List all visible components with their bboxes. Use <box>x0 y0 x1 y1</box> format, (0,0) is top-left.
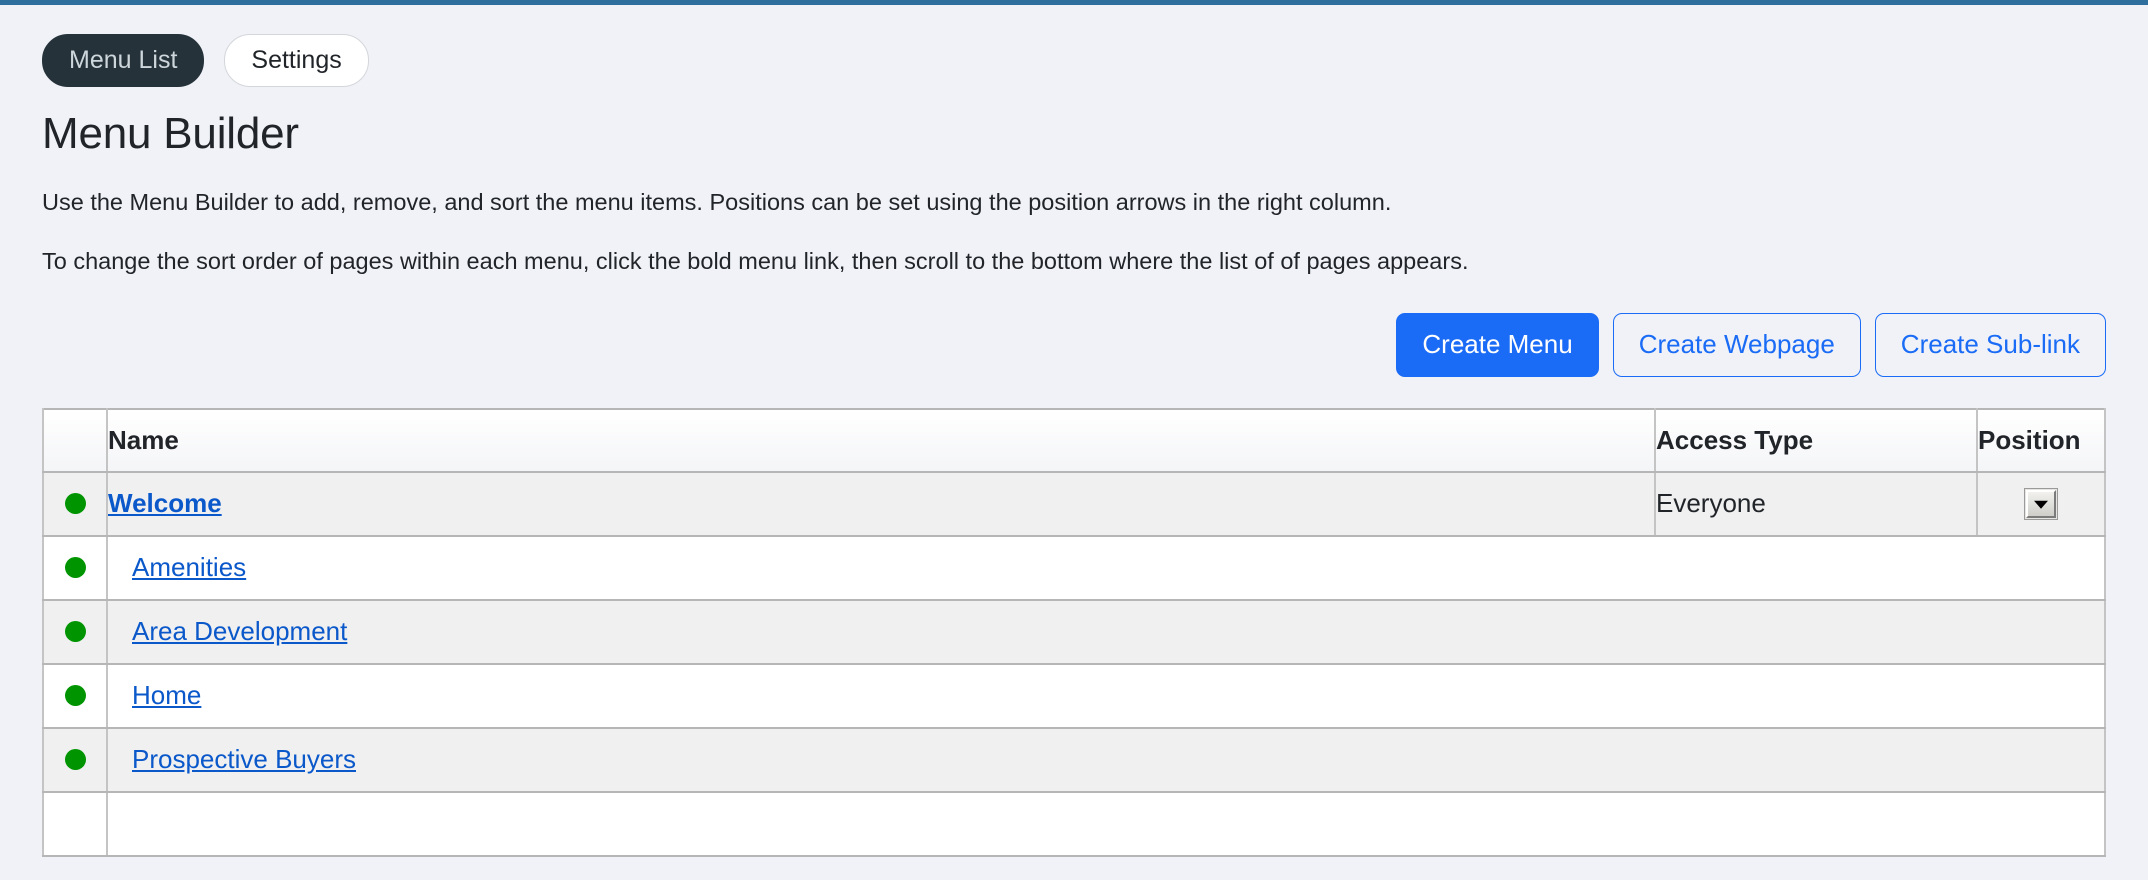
table-row: Area Development <box>42 599 2106 665</box>
create-sublink-button[interactable]: Create Sub-link <box>1874 312 2106 377</box>
column-header-position: Position <box>1976 408 2106 473</box>
create-menu-label: Create Menu <box>1422 328 1573 359</box>
status-cell <box>42 727 108 793</box>
create-menu-button[interactable]: Create Menu <box>1396 312 1599 377</box>
table-row: Home <box>42 663 2106 729</box>
status-active-dot-icon <box>64 685 86 707</box>
status-active-dot-icon <box>64 557 86 579</box>
column-header-status <box>42 408 108 473</box>
status-cell <box>42 663 108 729</box>
name-cell: Prospective Buyers <box>107 727 2106 793</box>
create-sublink-label: Create Sub-link <box>1900 328 2080 359</box>
name-cell: Amenities <box>107 535 2106 601</box>
status-cell <box>42 471 108 537</box>
menu-item-link[interactable]: Amenities <box>132 552 246 582</box>
tab-menu-list-label: Menu List <box>69 46 178 74</box>
create-webpage-button[interactable]: Create Webpage <box>1612 312 1861 377</box>
access-type-cell: Everyone <box>1655 471 1978 537</box>
column-header-access-type: Access Type <box>1654 408 1978 473</box>
name-cell: Area Development <box>107 599 2106 665</box>
status-active-dot-icon <box>64 493 86 515</box>
name-cell: Home <box>107 663 2106 729</box>
status-cell <box>42 599 108 665</box>
position-cell <box>1977 471 2106 537</box>
status-cell <box>42 791 108 857</box>
tab-bar: Menu List Settings <box>42 5 2106 87</box>
status-active-dot-icon <box>64 621 86 643</box>
table-row: Prospective Buyers <box>42 727 2106 793</box>
menu-item-link[interactable]: Prospective Buyers <box>132 744 356 774</box>
table-row: Welcome Everyone <box>42 471 2106 537</box>
menu-item-link[interactable]: Area Development <box>132 616 347 646</box>
status-active-dot-icon <box>64 749 86 771</box>
table-row <box>42 791 2106 857</box>
name-cell <box>107 791 2106 857</box>
instructions-paragraph-1: Use the Menu Builder to add, remove, and… <box>42 189 1392 215</box>
page-title: Menu Builder <box>42 109 299 158</box>
table-header: Name Access Type Position <box>42 408 2106 473</box>
chevron-down-icon[interactable] <box>2026 489 2056 518</box>
instructions-paragraph-2: To change the sort order of pages within… <box>42 248 1469 275</box>
table-header-row: Name Access Type Position <box>42 408 2106 473</box>
menu-items-table-container: Name Access Type Position Welcome Everyo… <box>42 407 2106 857</box>
page-container: Menu List Settings Menu Builder Use the … <box>0 5 2148 857</box>
status-cell <box>42 535 108 601</box>
table-row: Amenities <box>42 535 2106 601</box>
create-webpage-label: Create Webpage <box>1638 328 1835 359</box>
action-button-group: Create Menu Create Webpage Create Sub-li… <box>42 312 2106 377</box>
tab-settings[interactable]: Settings <box>224 34 369 87</box>
menu-item-link[interactable]: Welcome <box>108 488 222 518</box>
column-header-name: Name <box>106 408 1656 473</box>
tab-settings-label: Settings <box>251 46 342 74</box>
menu-items-table: Name Access Type Position Welcome Everyo… <box>42 407 2106 857</box>
menu-item-link[interactable]: Home <box>132 680 201 710</box>
name-cell: Welcome <box>107 471 1656 537</box>
table-body: Welcome Everyone Amenities Area Developm… <box>42 471 2106 857</box>
tab-menu-list[interactable]: Menu List <box>42 34 205 87</box>
position-dropdown-wrapper[interactable] <box>2024 487 2058 520</box>
